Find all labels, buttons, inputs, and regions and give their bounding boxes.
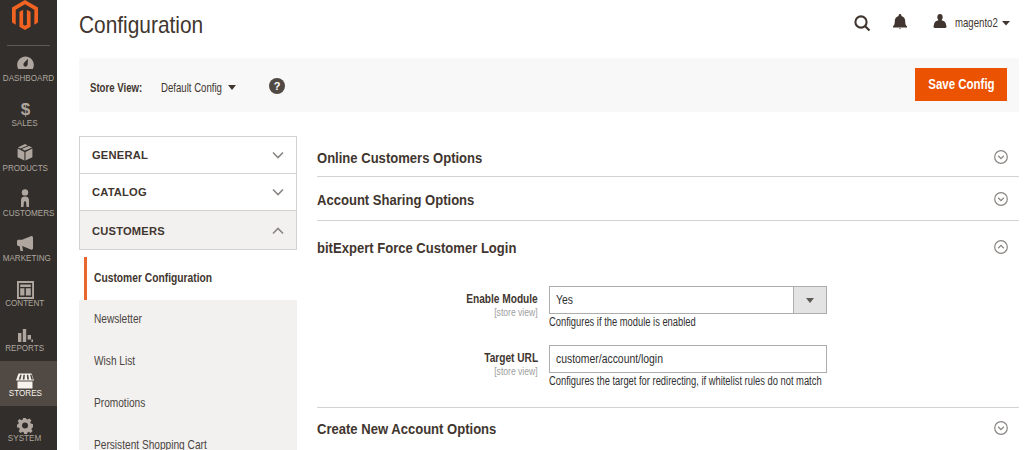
- svg-text:$: $: [20, 100, 30, 119]
